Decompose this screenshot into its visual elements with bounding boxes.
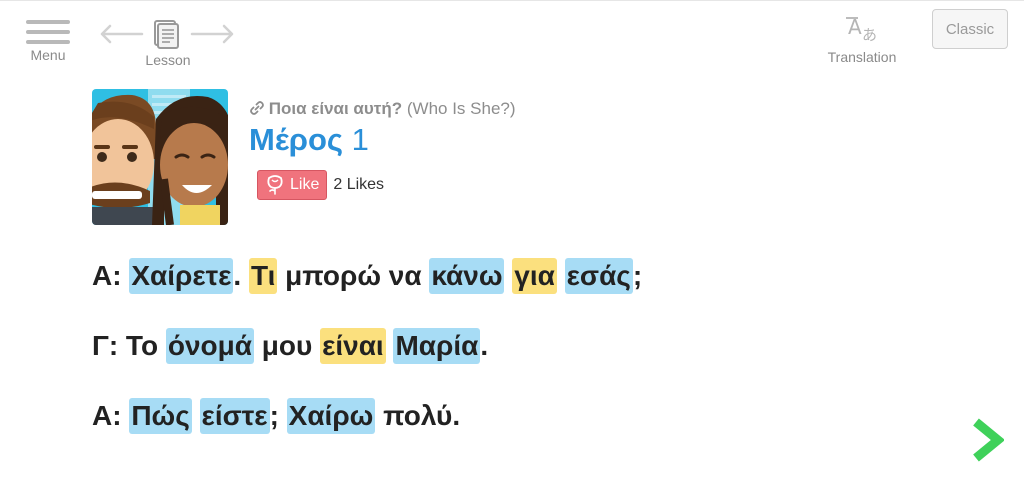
vocab-word[interactable]: για [512,258,557,294]
menu-label: Menu [30,47,66,63]
breadcrumb-english-title: (Who Is She?) [402,99,516,118]
lesson-label: Lesson [145,52,191,68]
translation-label: Translation [827,49,897,65]
like-button[interactable]: Like [257,170,328,200]
vocab-word[interactable]: Πώς [129,398,192,434]
dialogue-text: . [233,260,249,291]
svg-text:あ: あ [862,26,877,44]
chevron-right-icon[interactable] [970,418,1004,462]
vocab-word[interactable]: είναι [320,328,386,364]
vocab-word[interactable]: κάνω [429,258,505,294]
translate-icon: A あ [846,15,877,44]
vocab-word[interactable]: Χαίρετε [129,258,234,294]
dialogue: Α: Χαίρετε. Τι μπορώ να κάνω για εσάς; Γ:… [92,252,642,462]
breadcrumb-greek-title: Ποια είναι αυτή? [268,99,403,118]
lesson-breadcrumb[interactable]: Ποια είναι αυτή? (Who Is She?) [250,99,516,119]
dialogue-text: ; [632,260,643,291]
dialogue-text: ; [269,400,287,431]
dialogue-line: Γ: Το όνομά μου είναι Μαρία. [92,322,642,370]
like-label: Like [290,176,320,193]
dialogue-text [386,330,394,362]
arrow-left-icon[interactable] [98,24,144,44]
lesson-thumbnail [92,89,228,225]
likes-count: 2 Likes [333,176,385,193]
arrow-right-icon[interactable] [190,24,236,44]
dialogue-text [192,400,200,432]
menu-button[interactable]: Menu [22,20,74,63]
translation-toggle[interactable]: A あ Translation [822,12,902,65]
dialogue-line: Α: Χαίρετε. Τι μπορώ να κάνω για εσάς; [92,252,642,300]
dialogue-text: Α: [92,260,130,291]
dialogue-text [557,260,565,292]
vocab-word[interactable]: Μαρία [393,328,481,364]
document-icon[interactable] [153,19,179,49]
vocab-word[interactable]: όνομά [165,328,254,364]
lesson-nav: Lesson [96,16,240,70]
part-number: 1 [351,122,369,157]
rose-icon [267,175,283,195]
vocab-word[interactable]: είστε [199,398,270,434]
dialogue-text: Α: [92,400,130,431]
top-border [0,0,1024,1]
dialogue-text: Γ: Το [92,330,166,361]
vocab-word[interactable]: Τι [248,258,278,294]
dialogue-text: . [480,330,489,361]
link-icon [250,101,264,115]
dialogue-text [504,260,512,292]
dialogue-line: Α: Πώς είστε; Χαίρω πολύ. [92,392,642,440]
classic-button[interactable]: Classic [932,9,1008,49]
part-word: Μέρος [249,122,344,157]
dialogue-text: μου [253,330,321,361]
vocab-word[interactable]: εσάς [564,258,633,294]
vocab-word[interactable]: Χαίρω [286,398,376,434]
page-title: Μέρος 1 [249,122,369,158]
like-row: Like 2 Likes [257,170,384,200]
hamburger-icon [26,20,70,44]
dialogue-text: πολύ. [375,400,461,431]
dialogue-text: μπορώ να [277,260,430,291]
